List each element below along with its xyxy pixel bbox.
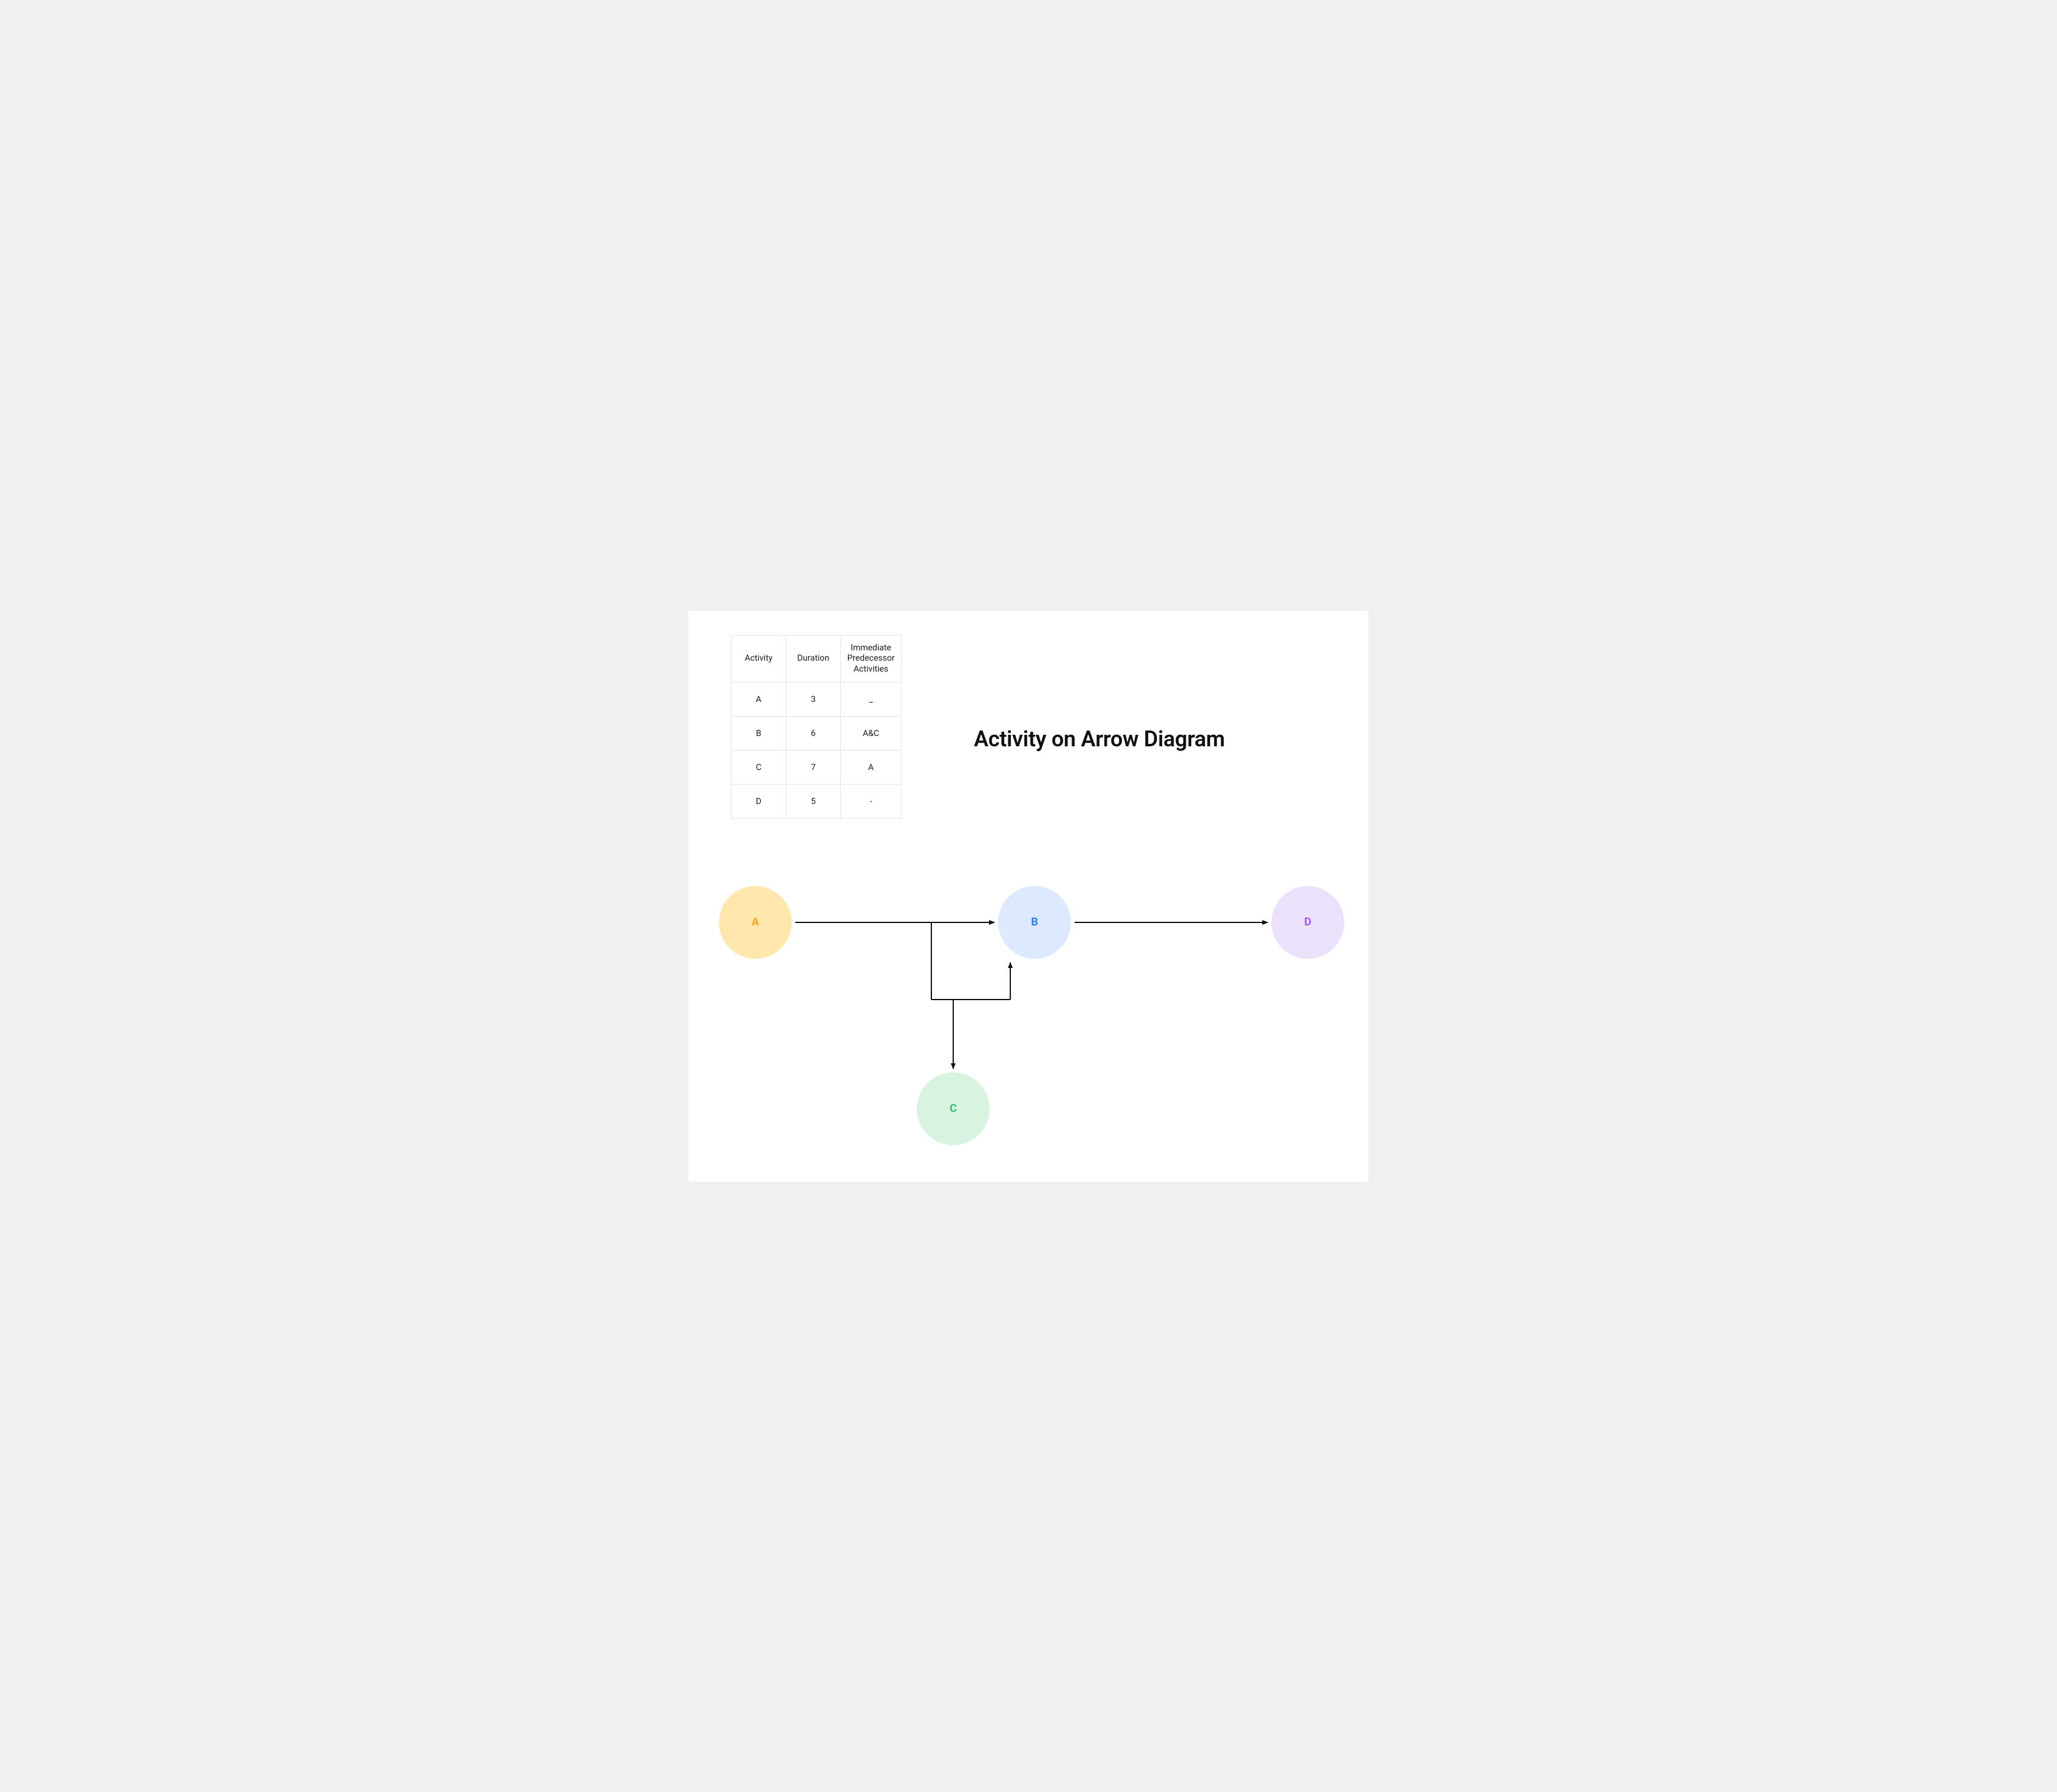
- node-a: A: [719, 886, 792, 959]
- table-row: C 7 A: [732, 751, 902, 785]
- node-b-label: B: [1031, 916, 1038, 928]
- node-b: B: [998, 886, 1071, 959]
- cell-activity: C: [732, 751, 786, 785]
- node-d: D: [1271, 886, 1344, 959]
- cell-predecessor: A: [841, 751, 902, 785]
- header-duration: Duration: [786, 635, 841, 683]
- cell-duration: 5: [786, 785, 841, 819]
- arrow-branch-to-c: [931, 922, 953, 1069]
- node-c-label: C: [950, 1102, 957, 1115]
- node-a-label: A: [752, 916, 759, 928]
- header-activity: Activity: [732, 635, 786, 683]
- node-d-label: D: [1304, 916, 1311, 928]
- table-row: B 6 A&C: [732, 717, 902, 751]
- cell-duration: 3: [786, 683, 841, 717]
- cell-predecessor: A&C: [841, 717, 902, 751]
- activity-table: Activity Duration Immediate Predecessor …: [731, 635, 902, 819]
- cell-duration: 6: [786, 717, 841, 751]
- cell-predecessor: _: [841, 683, 902, 717]
- diagram-title: Activity on Arrow Diagram: [974, 726, 1225, 752]
- header-predecessor: Immediate Predecessor Activities: [841, 635, 902, 683]
- table-row: A 3 _: [732, 683, 902, 717]
- diagram-canvas: Activity Duration Immediate Predecessor …: [688, 611, 1368, 1182]
- cell-duration: 7: [786, 751, 841, 785]
- cell-activity: B: [732, 717, 786, 751]
- arrow-c-to-b: [953, 962, 1010, 1000]
- cell-predecessor: -: [841, 785, 902, 819]
- cell-activity: A: [732, 683, 786, 717]
- table-row: D 5 -: [732, 785, 902, 819]
- table-header-row: Activity Duration Immediate Predecessor …: [732, 635, 902, 683]
- node-c: C: [917, 1072, 990, 1145]
- cell-activity: D: [732, 785, 786, 819]
